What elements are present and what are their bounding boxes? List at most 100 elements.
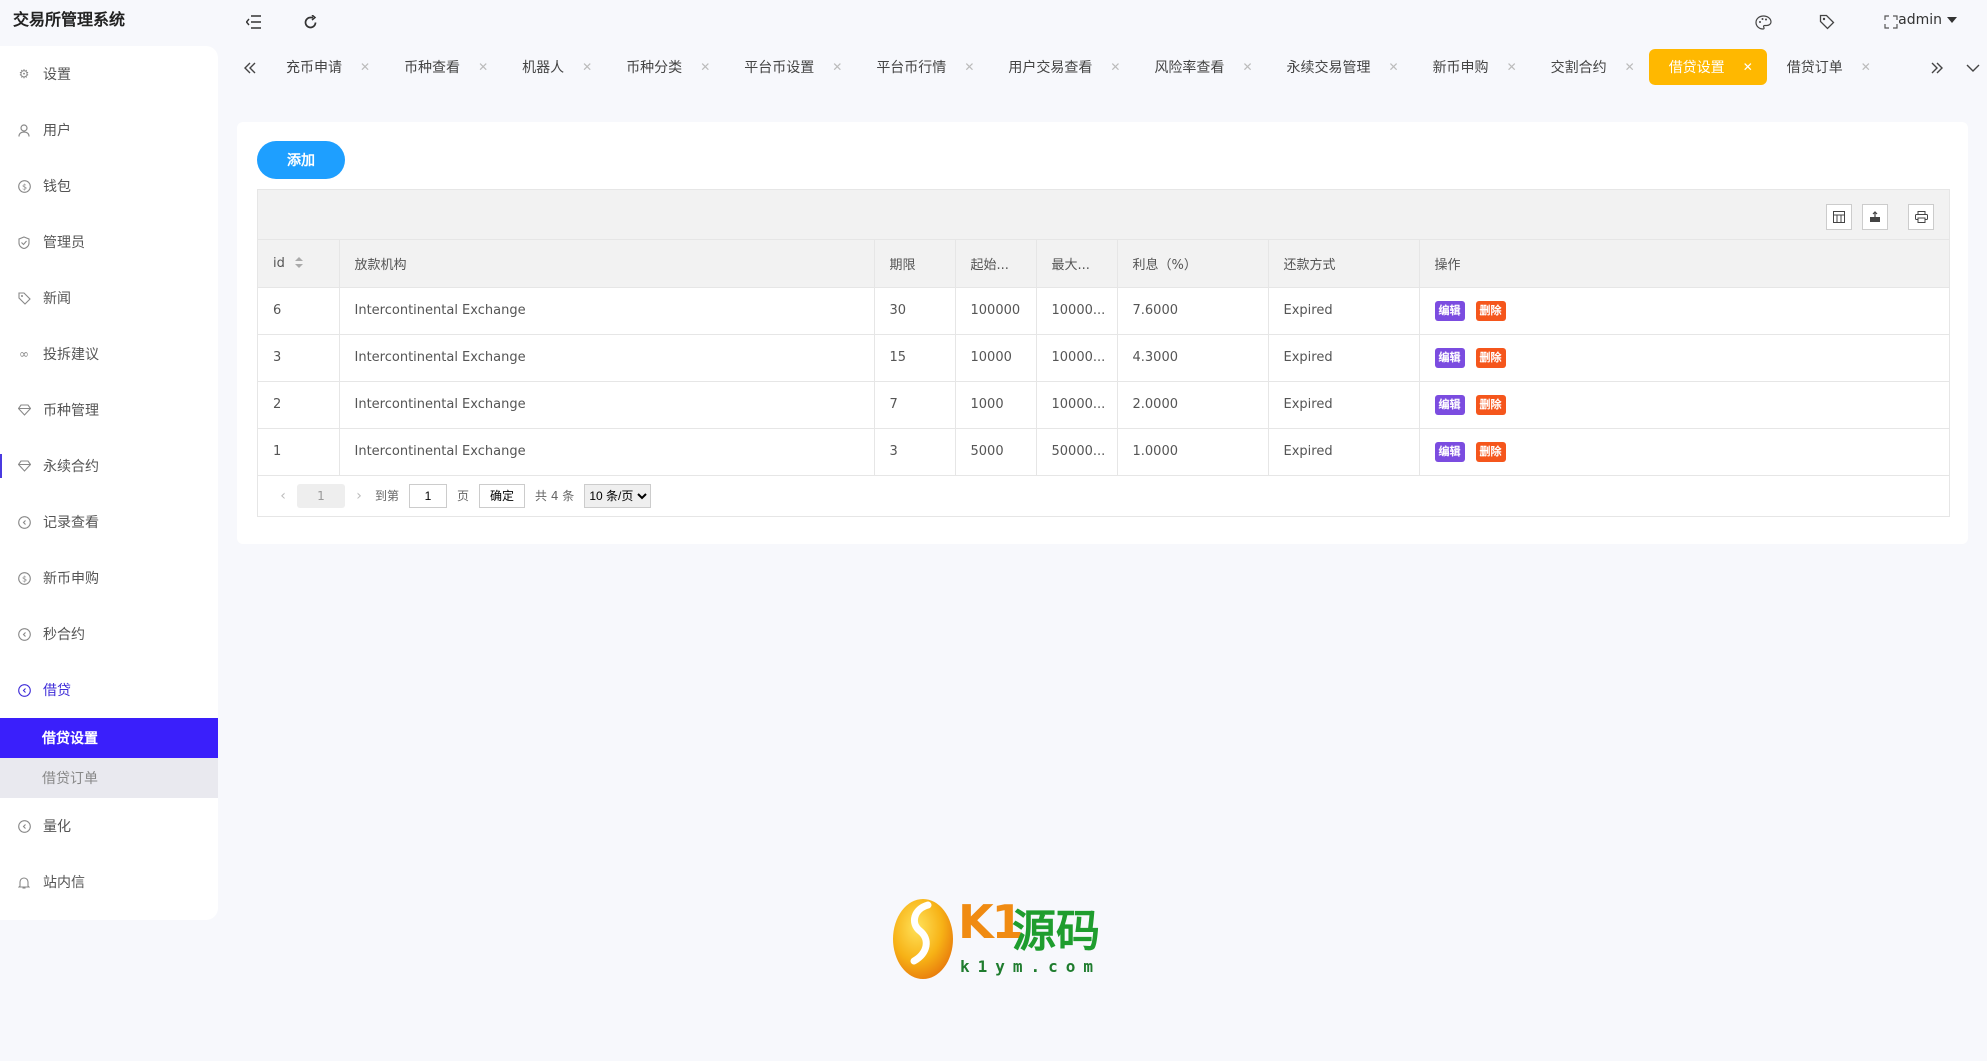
sidebar-item-news[interactable]: 新闻 (0, 270, 218, 326)
close-icon[interactable]: ✕ (1861, 60, 1871, 74)
cell-lender: Intercontinental Exchange (339, 428, 875, 476)
tab-delivery-contract[interactable]: 交割合约 ✕ (1531, 49, 1649, 85)
delete-button[interactable]: 删除 (1475, 347, 1506, 368)
tab-platform-coin-market[interactable]: 平台币行情 ✕ (856, 49, 988, 85)
sidebar-item-label: 永续合约 (43, 459, 99, 475)
cell-max-amount: 10000... (1036, 381, 1118, 429)
gear-icon: ⚙ (18, 67, 30, 81)
close-icon[interactable]: ✕ (360, 60, 370, 74)
cell-min-amount: 10000 (955, 334, 1037, 382)
columns-filter-icon[interactable] (1826, 204, 1852, 230)
user-menu[interactable]: admin (1898, 12, 1957, 28)
next-page-icon[interactable]: › (349, 488, 369, 504)
edit-button[interactable]: 编辑 (1434, 300, 1465, 321)
tab-lending-orders[interactable]: 借贷订单 ✕ (1767, 49, 1885, 85)
sidebar-subitem-lending-settings[interactable]: 借贷设置 (0, 718, 218, 758)
palette-icon[interactable] (1753, 12, 1773, 32)
sidebar-item-admins[interactable]: 管理员 (0, 214, 218, 270)
sidebar-item-label: 设置 (43, 67, 71, 83)
close-icon[interactable]: ✕ (1389, 60, 1399, 74)
cell-id: 2 (258, 381, 340, 429)
col-id[interactable]: id (258, 240, 340, 288)
tab-lending-settings[interactable]: 借贷设置 ✕ (1648, 49, 1767, 85)
tab-coin-view[interactable]: 币种查看 ✕ (384, 49, 502, 85)
sidebar-item-label: 用户 (43, 123, 71, 139)
sort-icon[interactable] (294, 257, 305, 269)
cell-repayment: Expired (1268, 334, 1420, 382)
tab-coin-categories[interactable]: 币种分类 ✕ (606, 49, 724, 85)
tab-label: 充币申请 (286, 60, 342, 76)
table-row: 1 Intercontinental Exchange 3 5000 50000… (258, 428, 1949, 476)
tabs-scroll-right-icon[interactable] (1925, 56, 1949, 80)
export-icon[interactable] (1862, 204, 1888, 230)
sidebar-item-lending[interactable]: 借贷 (0, 662, 218, 718)
close-icon[interactable]: ✕ (1110, 60, 1120, 74)
close-icon[interactable]: ✕ (832, 60, 842, 74)
sidebar-item-suggestions[interactable]: ∞ 投拆建议 (0, 326, 218, 382)
cell-actions: 编辑 删除 (1419, 428, 1949, 476)
sidebar-item-users[interactable]: 用户 (0, 102, 218, 158)
delete-button[interactable]: 删除 (1475, 394, 1506, 415)
edit-button[interactable]: 编辑 (1434, 441, 1465, 462)
close-icon[interactable]: ✕ (478, 60, 488, 74)
sidebar-item-messages[interactable]: 站内信 (0, 854, 218, 910)
page-size-select[interactable]: 10 条/页 (584, 483, 652, 508)
tabs-dropdown-icon[interactable] (1961, 56, 1985, 80)
tabs-scroll-left-icon[interactable] (238, 56, 262, 80)
watermark-brand-cn: 源码 (1012, 906, 1100, 957)
delete-button[interactable]: 删除 (1475, 441, 1506, 462)
cell-min-amount: 5000 (955, 428, 1037, 476)
col-actions: 操作 (1419, 240, 1949, 288)
table-toolbar (258, 190, 1949, 240)
tab-robots[interactable]: 机器人 ✕ (502, 49, 606, 85)
sidebar: 交易所管理系统 ⚙ 设置 用户 $ 钱包 管理员 新闻 ∞ 投拆建议 币种管理 … (0, 0, 218, 1061)
close-icon[interactable]: ✕ (700, 60, 710, 74)
sidebar-menu: ⚙ 设置 用户 $ 钱包 管理员 新闻 ∞ 投拆建议 币种管理 永续合约 记录查… (0, 46, 218, 920)
diamond-icon (17, 459, 31, 473)
tab-platform-coin-settings[interactable]: 平台币设置 ✕ (724, 49, 856, 85)
page-number-input[interactable] (409, 483, 448, 508)
cell-lender: Intercontinental Exchange (339, 334, 875, 382)
bell-icon (17, 875, 31, 889)
tab-new-coin[interactable]: 新币申购 ✕ (1413, 49, 1531, 85)
add-button[interactable]: 添加 (257, 141, 345, 179)
refresh-icon[interactable] (300, 12, 320, 32)
prev-page-icon[interactable]: ‹ (273, 488, 293, 504)
col-interest: 利息（%） (1117, 240, 1269, 288)
cell-interest: 4.3000 (1117, 334, 1269, 382)
tab-perpetual-trades[interactable]: 永续交易管理 ✕ (1267, 49, 1413, 85)
close-icon[interactable]: ✕ (582, 60, 592, 74)
close-icon[interactable]: ✕ (1743, 60, 1753, 74)
close-icon[interactable]: ✕ (1242, 60, 1252, 74)
circle-arrow-icon (17, 683, 31, 697)
sidebar-item-perpetual[interactable]: 永续合约 (0, 438, 218, 494)
circle-arrow-icon (17, 515, 31, 529)
confirm-page-button[interactable]: 确定 (479, 483, 526, 508)
close-icon[interactable]: ✕ (964, 60, 974, 74)
sidebar-item-new-coin[interactable]: $ 新币申购 (0, 550, 218, 606)
tab-deposit-requests[interactable]: 充币申请 ✕ (266, 49, 384, 85)
tab-user-trades[interactable]: 用户交易查看 ✕ (988, 49, 1134, 85)
tab-risk-rate[interactable]: 风险率查看 ✕ (1134, 49, 1266, 85)
print-icon[interactable] (1908, 204, 1934, 230)
collapse-menu-icon[interactable] (244, 12, 264, 32)
tab-label: 风险率查看 (1154, 60, 1225, 76)
current-page[interactable]: 1 (297, 483, 345, 508)
tag-icon[interactable] (1817, 12, 1837, 32)
tab-label: 机器人 (522, 60, 565, 76)
close-icon[interactable]: ✕ (1625, 60, 1635, 74)
main-card: 添加 id 放款机构 期限 起始... 最大... 利息（%） 还款方式 操作 … (237, 122, 1968, 544)
sidebar-item-settings[interactable]: ⚙ 设置 (0, 46, 218, 102)
sidebar-item-second-contract[interactable]: 秒合约 (0, 606, 218, 662)
close-icon[interactable]: ✕ (1507, 60, 1517, 74)
sidebar-item-wallet[interactable]: $ 钱包 (0, 158, 218, 214)
edit-button[interactable]: 编辑 (1434, 394, 1465, 415)
sidebar-item-coin-management[interactable]: 币种管理 (0, 382, 218, 438)
cell-term: 30 (874, 287, 956, 335)
sidebar-item-records[interactable]: 记录查看 (0, 494, 218, 550)
delete-button[interactable]: 删除 (1475, 300, 1506, 321)
edit-button[interactable]: 编辑 (1434, 347, 1465, 368)
sidebar-item-label: 投拆建议 (43, 347, 99, 363)
sidebar-item-quant[interactable]: 量化 (0, 798, 218, 854)
sidebar-subitem-lending-orders[interactable]: 借贷订单 (0, 758, 218, 798)
